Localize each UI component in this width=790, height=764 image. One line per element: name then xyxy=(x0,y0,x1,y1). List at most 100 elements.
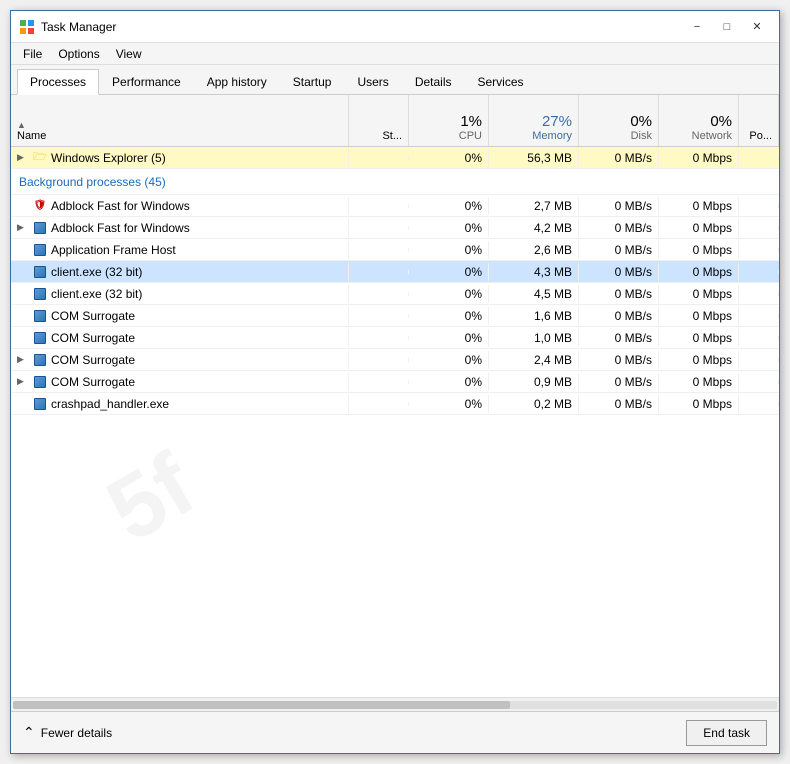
col-disk[interactable]: 0% Disk xyxy=(579,95,659,146)
process-power xyxy=(739,314,779,318)
table-row[interactable]: ▶ COM Surrogate 0% 1,6 MB 0 MB/s 0 Mbps xyxy=(11,305,779,327)
process-status xyxy=(349,292,409,296)
generic-icon xyxy=(33,265,47,279)
process-disk: 0 MB/s xyxy=(579,285,659,303)
expand-icon: ▶ xyxy=(17,222,29,233)
process-memory: 2,6 MB xyxy=(489,241,579,259)
fewer-details-button[interactable]: ⌃ Fewer details xyxy=(23,724,112,741)
table-row[interactable]: ▶ client.exe (32 bit) 0% 4,5 MB 0 MB/s 0… xyxy=(11,283,779,305)
table-header: ▲ Name St... 1% CPU 27% Memory 0% Disk 0… xyxy=(11,95,779,147)
process-disk: 0 MB/s xyxy=(579,149,659,167)
table-row[interactable]: ▶ COM Surrogate 0% 0,9 MB 0 MB/s 0 Mbps xyxy=(11,371,779,393)
tab-users[interactable]: Users xyxy=(344,69,401,94)
process-memory: 56,3 MB xyxy=(489,149,579,167)
process-cpu: 0% xyxy=(409,395,489,413)
tab-performance[interactable]: Performance xyxy=(99,69,194,94)
process-network: 0 Mbps xyxy=(659,263,739,281)
process-name: crashpad_handler.exe xyxy=(51,397,169,411)
process-disk: 0 MB/s xyxy=(579,329,659,347)
process-network: 0 Mbps xyxy=(659,241,739,259)
scrollbar-thumb[interactable] xyxy=(13,701,510,709)
expand-icon: ▶ xyxy=(17,152,29,163)
process-name: client.exe (32 bit) xyxy=(51,265,142,279)
close-button[interactable]: ✕ xyxy=(743,16,771,38)
process-status xyxy=(349,314,409,318)
table-row[interactable]: ▶ crashpad_handler.exe 0% 0,2 MB 0 MB/s … xyxy=(11,393,779,415)
generic-icon xyxy=(33,353,47,367)
expand-icon: ▶ xyxy=(17,376,29,387)
horizontal-scrollbar[interactable] xyxy=(11,697,779,711)
tab-services[interactable]: Services xyxy=(465,69,537,94)
table-row[interactable]: ▶ Adblock Fast for Windows 0% 4,2 MB 0 M… xyxy=(11,217,779,239)
end-task-button[interactable]: End task xyxy=(686,720,767,746)
col-network[interactable]: 0% Network xyxy=(659,95,739,146)
memory-label: Memory xyxy=(532,130,572,142)
tab-app-history[interactable]: App history xyxy=(194,69,280,94)
process-status xyxy=(349,204,409,208)
col-cpu[interactable]: 1% CPU xyxy=(409,95,489,146)
process-network: 0 Mbps xyxy=(659,351,739,369)
col-power[interactable]: Po... xyxy=(739,95,779,146)
process-disk: 0 MB/s xyxy=(579,373,659,391)
process-status xyxy=(349,226,409,230)
disk-pct: 0% xyxy=(630,113,652,130)
memory-pct: 27% xyxy=(542,113,572,130)
process-status xyxy=(349,380,409,384)
col-name[interactable]: ▲ Name xyxy=(11,95,349,146)
table-row[interactable]: ▶ client.exe (32 bit) 0% 4,3 MB 0 MB/s 0… xyxy=(11,261,779,283)
process-power xyxy=(739,336,779,340)
process-memory: 0,9 MB xyxy=(489,373,579,391)
window-title: Task Manager xyxy=(41,20,683,34)
tab-processes[interactable]: Processes xyxy=(17,69,99,95)
process-name: Windows Explorer (5) xyxy=(51,151,166,165)
table-body[interactable]: ▶ 🗁 Windows Explorer (5) 0% 56,3 MB 0 MB… xyxy=(11,147,779,697)
content-wrapper: 5f ▶ 🗁 Windows Explorer (5) 0% 56,3 MB 0… xyxy=(11,147,779,697)
disk-label: Disk xyxy=(631,130,652,142)
generic-icon xyxy=(33,287,47,301)
menu-options[interactable]: Options xyxy=(50,45,107,63)
process-name-cell: ▶ COM Surrogate xyxy=(11,373,349,391)
process-power xyxy=(739,270,779,274)
process-cpu: 0% xyxy=(409,197,489,215)
table-row[interactable]: ▶ Application Frame Host 0% 2,6 MB 0 MB/… xyxy=(11,239,779,261)
table-row[interactable]: ▶ 🛡 Adblock Fast for Windows 0% 2,7 MB 0… xyxy=(11,195,779,217)
table-row[interactable]: ▶ COM Surrogate 0% 1,0 MB 0 MB/s 0 Mbps xyxy=(11,327,779,349)
process-cpu: 0% xyxy=(409,307,489,325)
process-cpu: 0% xyxy=(409,219,489,237)
col-status[interactable]: St... xyxy=(349,95,409,146)
footer: ⌃ Fewer details End task xyxy=(11,711,779,753)
sort-arrow-name: ▲ xyxy=(17,120,26,130)
tab-details[interactable]: Details xyxy=(402,69,465,94)
cpu-label: CPU xyxy=(459,130,482,142)
process-network: 0 Mbps xyxy=(659,373,739,391)
tab-startup[interactable]: Startup xyxy=(280,69,345,94)
process-network: 0 Mbps xyxy=(659,285,739,303)
section-header-row: Background processes (45) xyxy=(11,169,779,195)
process-power xyxy=(739,292,779,296)
minimize-button[interactable]: − xyxy=(683,16,711,38)
process-status xyxy=(349,156,409,160)
process-cpu: 0% xyxy=(409,149,489,167)
process-status xyxy=(349,270,409,274)
process-status xyxy=(349,358,409,362)
col-name-label: Name xyxy=(17,130,46,142)
maximize-button[interactable]: □ xyxy=(713,16,741,38)
network-pct: 0% xyxy=(710,113,732,130)
process-power xyxy=(739,226,779,230)
adblock-icon: 🛡 xyxy=(33,199,47,213)
table-row[interactable]: ▶ COM Surrogate 0% 2,4 MB 0 MB/s 0 Mbps xyxy=(11,349,779,371)
process-status xyxy=(349,336,409,340)
process-power xyxy=(739,358,779,362)
menu-file[interactable]: File xyxy=(15,45,50,63)
generic-icon xyxy=(33,221,47,235)
process-network: 0 Mbps xyxy=(659,307,739,325)
section-title: Background processes (45) xyxy=(11,171,779,193)
table-row[interactable]: ▶ 🗁 Windows Explorer (5) 0% 56,3 MB 0 MB… xyxy=(11,147,779,169)
process-cpu: 0% xyxy=(409,329,489,347)
process-power xyxy=(739,380,779,384)
process-name: Application Frame Host xyxy=(51,243,176,257)
menu-bar: File Options View xyxy=(11,43,779,65)
menu-view[interactable]: View xyxy=(108,45,150,63)
process-status xyxy=(349,402,409,406)
col-memory[interactable]: 27% Memory xyxy=(489,95,579,146)
